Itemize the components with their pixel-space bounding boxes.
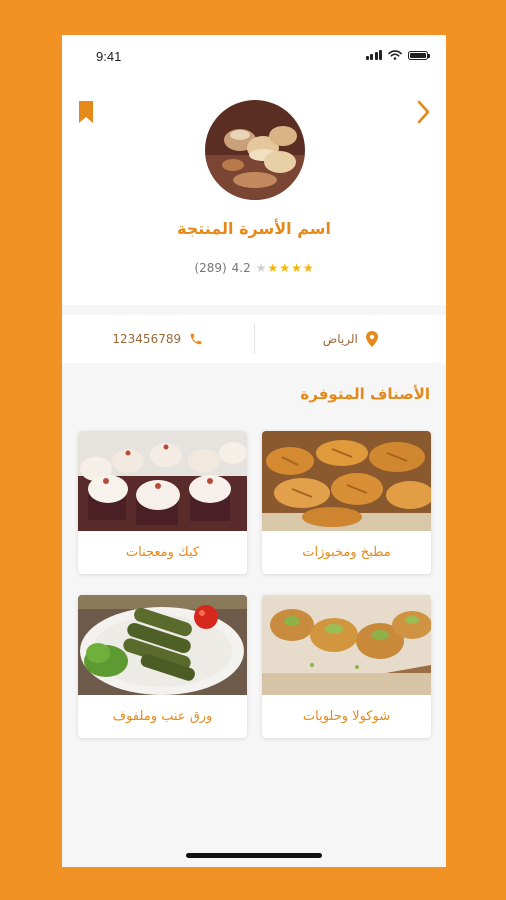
rating-value: 4.2 [231,261,251,275]
status-icons [365,50,430,60]
battery-icon [408,50,430,60]
location-info[interactable]: الرياض [255,315,447,363]
reviews-count: (289) [194,261,227,275]
signal-icon [365,50,382,60]
category-card-sweets[interactable]: شوكولا وحلويات [262,595,431,738]
phone-info[interactable]: 123456789 [62,315,254,363]
star-icon: ★ [267,261,279,275]
category-label: شوكولا وحلويات [302,709,391,724]
star-icon: ★ [291,261,302,275]
phone-screen: 9:41 اسم الأسرة المنتجة (289) 4.2 ★ ★ ★ … [62,35,446,867]
home-indicator[interactable] [186,853,322,858]
phone-number: 123456789 [112,332,182,346]
chevron-right-icon[interactable] [416,100,430,124]
category-card-cakes[interactable]: كيك ومعجنات [78,431,247,574]
star-rating: ★ ★ ★ ★ ★ [256,262,314,274]
category-label: مطبخ ومخبوزات [302,545,391,560]
bakery-image [262,431,431,531]
star-icon: ★ [255,261,267,275]
contact-info-bar: 123456789 الرياض [62,315,446,363]
wifi-icon [388,50,402,60]
section-title: الأصناف المتوفرة [300,385,430,403]
cupcakes-image [78,431,247,531]
star-icon: ★ [302,261,314,275]
category-label: ورق عنب وملفوف [112,709,213,724]
status-time: 9:41 [96,49,122,64]
shop-header: اسم الأسرة المنتجة (289) 4.2 ★ ★ ★ ★ ★ [62,79,446,305]
location-pin-icon [365,331,378,347]
status-bar: 9:41 [62,35,446,79]
rating-row: (289) 4.2 ★ ★ ★ ★ ★ [62,261,446,275]
category-card-bakery[interactable]: مطبخ ومخبوزات [262,431,431,574]
category-card-grape-leaves[interactable]: ورق عنب وملفوف [78,595,247,738]
phone-icon [190,333,202,345]
bookmark-icon[interactable] [78,100,94,124]
location-name: الرياض [322,332,358,346]
shop-name: اسم الأسرة المنتجة [177,219,331,238]
sweets-image [262,595,431,695]
star-icon: ★ [279,261,291,275]
shop-avatar [205,100,305,200]
grape-leaves-image [78,595,247,695]
category-label: كيك ومعجنات [125,545,200,560]
